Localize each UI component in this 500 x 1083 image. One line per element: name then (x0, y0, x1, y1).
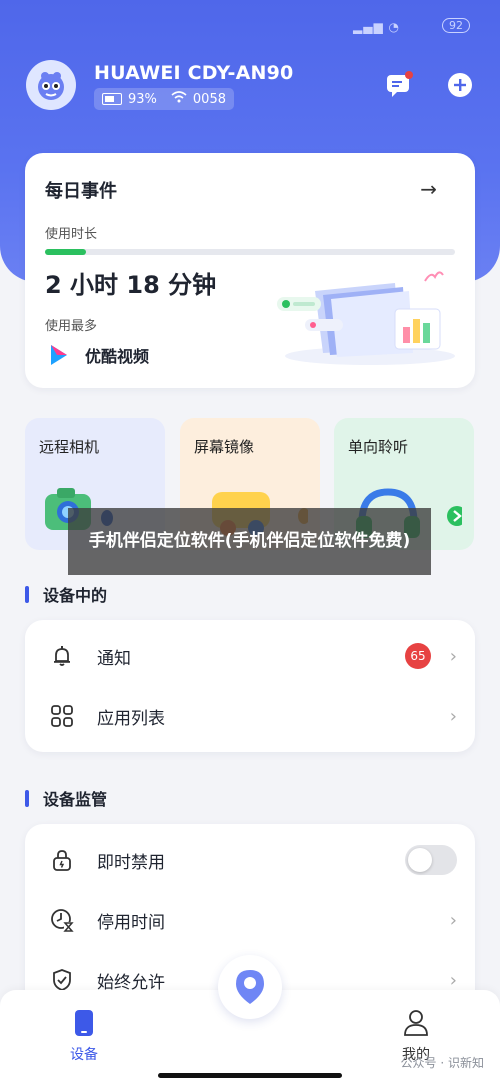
section-title: 设备中的 (43, 586, 108, 605)
list-item-label: 即时禁用 (97, 852, 165, 873)
list-item-label: 应用列表 (97, 708, 165, 729)
in-device-list: 通知 65 › 应用列表 › (25, 620, 475, 752)
lock-icon (49, 847, 75, 873)
chevron-right-icon: › (449, 969, 457, 991)
messages-button[interactable] (384, 70, 414, 100)
feature-label: 单向聆听 (348, 438, 409, 456)
home-indicator[interactable] (158, 1073, 342, 1078)
bell-icon (49, 643, 75, 669)
wifi-id: 0058 (192, 91, 226, 107)
chevron-right-icon: › (449, 909, 457, 931)
phone-icon (54, 1008, 114, 1038)
list-item-label: 停用时间 (97, 912, 165, 933)
wifi-icon (171, 91, 187, 107)
chevron-right-icon: › (449, 645, 457, 667)
usage-duration: 2 小时 18 分钟 (45, 271, 217, 299)
list-item-instant-disable[interactable]: 即时禁用 (25, 830, 475, 890)
section-marker (25, 789, 29, 807)
message-icon (387, 71, 413, 97)
battery-indicator: 92 (442, 18, 470, 33)
feature-label: 远程相机 (39, 438, 100, 456)
list-item-label: 始终允许 (97, 972, 165, 993)
overlay-caption: 手机伴侣定位软件(手机伴侣定位软件免费) (68, 508, 431, 575)
clock-hourglass-icon (49, 907, 75, 933)
most-used-app-name: 优酷视频 (85, 347, 150, 366)
most-used-app: 优酷视频 (45, 341, 149, 369)
battery-icon (102, 93, 122, 105)
usage-label: 使用时长 (45, 227, 98, 242)
section-header-control: 设备监管 (25, 786, 107, 810)
location-pin-icon (236, 970, 264, 1004)
monster-avatar-icon (38, 72, 64, 100)
add-button[interactable] (445, 70, 475, 100)
notification-count-badge: 65 (405, 643, 431, 669)
list-item-notifications[interactable]: 通知 65 › (25, 626, 475, 686)
dashboard-illustration (277, 271, 455, 365)
grid-icon (49, 703, 75, 729)
usage-progress-fill (45, 249, 86, 255)
section-header-in-device: 设备中的 (25, 582, 107, 606)
tab-label: 设备 (70, 1047, 98, 1063)
list-item-downtime[interactable]: 停用时间 › (25, 890, 475, 950)
status-bar: ▂▄▆ ◔ 92 (92, 18, 470, 38)
list-item-app-list[interactable]: 应用列表 › (25, 686, 475, 746)
battery-percent: 93% (128, 91, 157, 107)
most-used-label: 使用最多 (45, 319, 98, 334)
youku-icon (45, 341, 73, 369)
instant-disable-toggle[interactable] (405, 845, 457, 875)
feature-label: 屏幕镜像 (194, 438, 255, 456)
daily-title: 每日事件 (45, 181, 117, 202)
signal-icon: ▂▄▆ ◔ (353, 20, 400, 34)
device-stats: 93% 0058 (94, 88, 234, 110)
location-button[interactable] (218, 955, 282, 1019)
footer-watermark: 公众号 · 识新知 (400, 1056, 484, 1070)
section-marker (25, 585, 29, 603)
arrow-right-icon[interactable]: → (420, 177, 437, 201)
list-item-label: 通知 (97, 648, 131, 669)
section-title: 设备监管 (43, 790, 108, 809)
toggle-knob (408, 848, 432, 872)
plus-icon (448, 73, 472, 97)
chevron-right-icon: › (449, 705, 457, 727)
daily-events-card[interactable]: 每日事件 → 使用时长 2 小时 18 分钟 使用最多 优酷视频 (25, 153, 475, 388)
tab-device[interactable]: 设备 (54, 1008, 114, 1064)
usage-progress (45, 249, 455, 255)
person-icon (386, 1008, 446, 1038)
device-avatar[interactable] (26, 60, 76, 110)
device-name: HUAWEI CDY-AN90 (94, 62, 294, 84)
